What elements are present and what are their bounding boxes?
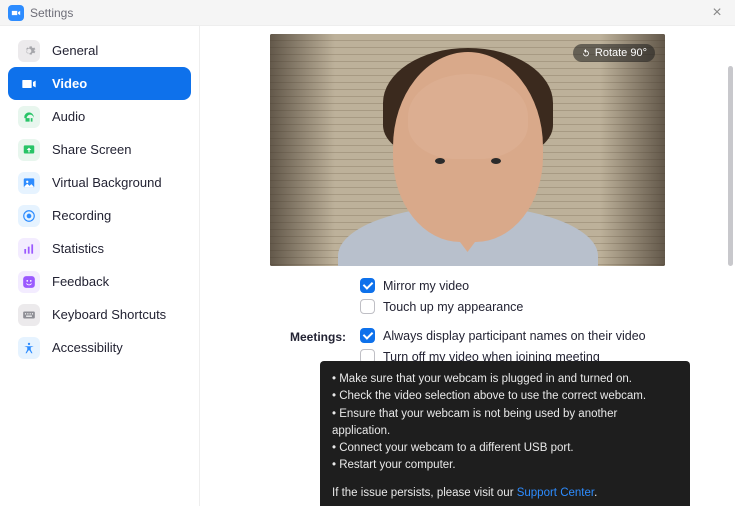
sidebar-item-keyboard-shortcuts[interactable]: Keyboard Shortcuts [8, 298, 191, 331]
sidebar-item-recording[interactable]: Recording [8, 199, 191, 232]
main-panel: Rotate 90° Mirror my video Touch up my a… [200, 26, 735, 506]
smile-icon [18, 271, 40, 293]
tooltip-line: • Make sure that your webcam is plugged … [332, 371, 678, 388]
stats-icon [18, 238, 40, 260]
sidebar-item-virtual-background[interactable]: Virtual Background [8, 166, 191, 199]
keyboard-icon [18, 304, 40, 326]
sidebar-item-general[interactable]: General [8, 34, 191, 67]
tooltip-line: • Restart your computer. [332, 457, 678, 474]
video-preview: Rotate 90° [270, 34, 665, 266]
sidebar-item-label: Keyboard Shortcuts [52, 307, 166, 322]
sidebar-item-label: General [52, 43, 98, 58]
option-label: Mirror my video [383, 279, 469, 293]
tooltip-line: • Check the video selection above to use… [332, 388, 678, 405]
scrollbar-thumb[interactable] [728, 66, 733, 266]
sidebar-item-feedback[interactable]: Feedback [8, 265, 191, 298]
troubleshooting-tooltip: • Make sure that your webcam is plugged … [320, 361, 690, 506]
app-icon [8, 5, 24, 21]
sidebar-item-video[interactable]: Video [8, 67, 191, 100]
option-label: Always display participant names on thei… [383, 329, 646, 343]
sidebar-item-label: Audio [52, 109, 85, 124]
image-icon [18, 172, 40, 194]
option-mirror-video[interactable]: Mirror my video [360, 278, 523, 293]
tooltip-line: • Ensure that your webcam is not being u… [332, 406, 678, 441]
sidebar-item-label: Recording [52, 208, 111, 223]
sidebar-item-label: Share Screen [52, 142, 132, 157]
support-center-link[interactable]: Support Center [517, 487, 594, 499]
video-icon [18, 73, 40, 95]
rotate-button[interactable]: Rotate 90° [573, 44, 655, 62]
option-touch-up-appearance[interactable]: Touch up my appearance [360, 299, 523, 314]
accessibility-icon [18, 337, 40, 359]
video-options: Mirror my video Touch up my appearance M… [290, 278, 735, 364]
checkbox-icon[interactable] [360, 278, 375, 293]
sidebar-item-share-screen[interactable]: Share Screen [8, 133, 191, 166]
sidebar-item-audio[interactable]: Audio [8, 100, 191, 133]
meetings-section-label: Meetings: [290, 328, 360, 344]
sidebar-item-accessibility[interactable]: Accessibility [8, 331, 191, 364]
sidebar-item-label: Statistics [52, 241, 104, 256]
sidebar-item-label: Video [52, 76, 87, 91]
share-icon [18, 139, 40, 161]
sidebar-item-statistics[interactable]: Statistics [8, 232, 191, 265]
tooltip-persist: If the issue persists, please visit our … [332, 485, 678, 502]
sidebar-item-label: Feedback [52, 274, 109, 289]
window-title: Settings [30, 6, 73, 20]
gear-icon [18, 40, 40, 62]
checkbox-icon[interactable] [360, 328, 375, 343]
sidebar-item-label: Accessibility [52, 340, 123, 355]
sidebar-item-label: Virtual Background [52, 175, 162, 190]
tooltip-line: • Connect your webcam to a different USB… [332, 440, 678, 457]
option-always-display-names[interactable]: Always display participant names on thei… [360, 328, 646, 343]
headphones-icon [18, 106, 40, 128]
titlebar: Settings × [0, 0, 735, 26]
record-icon [18, 205, 40, 227]
sidebar: General Video Audio Share Screen Virtual… [0, 26, 200, 506]
rotate-icon [581, 48, 591, 58]
rotate-label: Rotate 90° [595, 47, 647, 59]
option-label: Touch up my appearance [383, 300, 523, 314]
close-button[interactable]: × [707, 4, 727, 22]
checkbox-icon[interactable] [360, 299, 375, 314]
